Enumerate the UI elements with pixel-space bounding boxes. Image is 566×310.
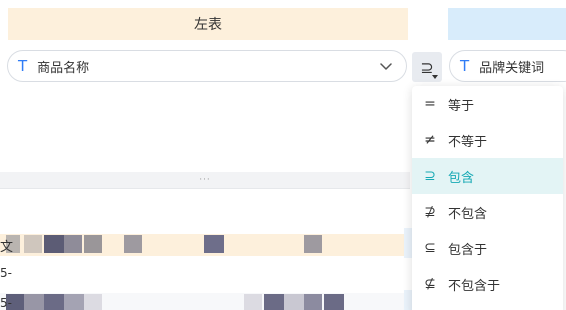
not-contains-icon: ⊉: [424, 204, 436, 220]
masked-cell: [44, 294, 64, 310]
masked-cell: [244, 294, 262, 310]
masked-cell: [264, 294, 284, 310]
contains-icon: ⊇: [420, 57, 434, 77]
masked-cell: [124, 235, 142, 253]
operator-option-label: 等于: [448, 98, 475, 114]
operator-button[interactable]: ⊇: [412, 52, 442, 82]
masked-cell: [304, 294, 322, 310]
operator-option-not-equals[interactable]: ≠ 不等于: [412, 122, 563, 158]
left-field-label: 商品名称: [37, 60, 90, 76]
drag-handle-icon: ···: [199, 175, 211, 185]
operator-option-label: 包含: [448, 170, 475, 186]
contains-icon: ⊇: [424, 168, 436, 184]
preview-row-text: 5-: [0, 266, 12, 280]
masked-cell: [304, 235, 322, 253]
operator-option-contains[interactable]: ⊇ 包含: [412, 158, 563, 194]
left-field-select[interactable]: T 商品名称: [7, 50, 407, 82]
text-type-icon: T: [460, 57, 470, 75]
preview-header-text: 文: [0, 240, 14, 255]
right-table-header: [448, 8, 566, 40]
chevron-down-icon[interactable]: [376, 56, 396, 76]
right-field-select[interactable]: T 品牌关键词: [449, 50, 566, 82]
equals-icon: =: [424, 96, 436, 112]
contained-in-icon: ⊆: [424, 240, 436, 256]
caret-down-icon: [432, 75, 438, 79]
operator-option-contained-in[interactable]: ⊆ 包含于: [412, 230, 563, 266]
masked-cell: [44, 235, 64, 253]
masked-cell: [24, 294, 44, 310]
operator-option-label: 不等于: [448, 134, 488, 150]
text-type-icon: T: [18, 57, 28, 75]
operator-option-not-contained-in[interactable]: ⊈ 不包含于: [412, 266, 563, 302]
masked-cell: [84, 235, 102, 253]
preview-row-text: 5-: [0, 296, 12, 310]
masked-cell: [84, 294, 102, 310]
operator-option-equals[interactable]: = 等于: [412, 86, 563, 122]
operator-option-not-contains[interactable]: ⊉ 不包含: [412, 194, 563, 230]
left-table-title: 左表: [194, 17, 222, 33]
right-field-label: 品牌关键词: [479, 60, 545, 76]
masked-cell: [324, 294, 344, 310]
masked-cell: [24, 235, 42, 253]
left-table-header: 左表: [8, 8, 408, 40]
not-equals-icon: ≠: [424, 132, 436, 148]
preview-divider: [0, 188, 410, 189]
operator-option-label: 包含于: [448, 242, 488, 258]
masked-cell: [64, 235, 82, 253]
masked-cell: [64, 294, 84, 310]
preview-resize-handle[interactable]: ···: [0, 172, 410, 188]
operator-option-label: 不包含: [448, 206, 488, 222]
not-contained-in-icon: ⊈: [424, 276, 436, 292]
join-config-panel: 左表 T 商品名称 ⊇ T 品牌关键词 ··· 文 5- 5- = 等于 ≠ 不等: [0, 0, 566, 310]
operator-dropdown: = 等于 ≠ 不等于 ⊇ 包含 ⊉ 不包含 ⊆ 包含于 ⊈ 不包含于: [412, 86, 563, 310]
masked-cell: [284, 294, 304, 310]
operator-option-label: 不包含于: [448, 278, 501, 294]
masked-cell: [204, 235, 224, 253]
